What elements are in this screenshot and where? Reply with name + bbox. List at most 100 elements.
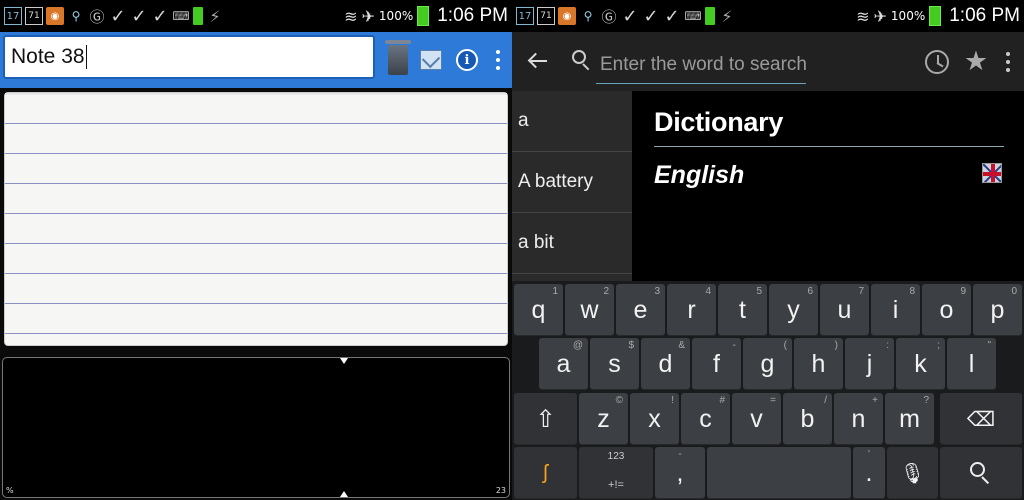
key-j[interactable]: :j (845, 338, 894, 390)
key-label: n (851, 404, 866, 433)
key-k[interactable]: ; k (896, 338, 945, 390)
key-m[interactable]: ? m (885, 393, 934, 445)
badge-icon: 71 (537, 7, 555, 25)
more-vert-icon (1006, 52, 1010, 72)
calendar-icon: 17 (516, 7, 534, 25)
search-status-icon: ⚲ (583, 9, 593, 23)
list-item[interactable]: a bit (512, 213, 632, 274)
airplane-icon: ✈ (361, 6, 375, 26)
search-icon (572, 50, 592, 72)
wifi-icon: ≋ (856, 6, 870, 26)
charging-icon: ⚡ (721, 6, 733, 26)
key-label: t (739, 295, 746, 324)
key-s[interactable]: $ s (590, 338, 639, 390)
mail-icon (420, 50, 442, 70)
delete-button[interactable] (381, 36, 415, 84)
key-r[interactable]: 4r (667, 284, 716, 336)
overflow-menu-button[interactable] (484, 36, 512, 84)
check-icon: ✓ (131, 5, 147, 27)
shift-key[interactable]: ⇧ (514, 393, 577, 445)
key-h[interactable]: ) h (794, 338, 843, 390)
backspace-key[interactable]: ⌫ (940, 393, 1022, 445)
list-item[interactable]: A battery (512, 152, 632, 213)
key-hint: = (770, 395, 776, 406)
note-title-input[interactable]: Note 38 (3, 35, 375, 79)
key-e[interactable]: 3e (616, 284, 665, 336)
dictionary-toolbar: ★ (512, 32, 1024, 91)
trash-icon (385, 40, 411, 75)
key-u[interactable]: 7u (820, 284, 869, 336)
info-button[interactable]: i (450, 36, 484, 84)
key-o[interactable]: 9o (922, 284, 971, 336)
key-c[interactable]: # c (681, 393, 730, 445)
key-hint: & (678, 340, 685, 351)
favorites-button[interactable]: ★ (960, 44, 992, 78)
overflow-menu-button[interactable] (998, 46, 1018, 78)
key-a[interactable]: @ a (539, 338, 588, 390)
swype-key[interactable]: ʃ (514, 447, 577, 499)
search-input[interactable] (596, 46, 806, 84)
key-hint: # (719, 395, 725, 406)
note-body-editor[interactable] (4, 92, 508, 346)
share-button[interactable] (414, 36, 448, 84)
key-hint: ( (783, 340, 787, 351)
key-f[interactable]: -f (692, 338, 741, 390)
battery-icon (929, 6, 942, 26)
shift-icon: ⇧ (535, 405, 556, 433)
key-label: c (699, 404, 712, 433)
key-y[interactable]: 6y (769, 284, 818, 336)
note-toolbar: Note 38 i (0, 32, 512, 88)
pad-corner-right[interactable]: 23 (496, 486, 506, 495)
resize-handle-bottom-icon[interactable] (340, 491, 348, 497)
key-label: x (648, 404, 661, 433)
key-g[interactable]: (g (743, 338, 792, 390)
badge-icon: 71 (25, 7, 43, 25)
key-label: h (811, 349, 826, 378)
space-key[interactable] (707, 447, 851, 499)
key-w[interactable]: 2w (565, 284, 614, 336)
key-label: f (713, 349, 720, 378)
symbols-key[interactable]: 123 +!= (579, 447, 653, 499)
language-item[interactable]: English (654, 161, 744, 190)
key-label: a (556, 349, 571, 378)
keyboard-status-icon: ⌨ (684, 9, 702, 23)
key-d[interactable]: & d (641, 338, 690, 390)
voice-key[interactable]: 🎙 (887, 447, 938, 499)
key-hint: / (824, 395, 827, 406)
microphone-icon: 🎙 (899, 462, 926, 485)
key-hint: © (615, 395, 623, 406)
handwriting-pad[interactable]: % 23 (2, 357, 510, 498)
battery-percent: 100% (890, 9, 926, 23)
symbols-key-bottom: +!= (608, 479, 624, 491)
comma-key[interactable]: - , (655, 447, 705, 499)
history-button[interactable] (922, 46, 952, 78)
key-l[interactable]: " l (947, 338, 996, 390)
key-b[interactable]: / b (783, 393, 832, 445)
key-n[interactable]: + n (834, 393, 883, 445)
key-label: w (580, 295, 599, 324)
resize-handle-top-icon[interactable] (340, 358, 348, 364)
back-button[interactable] (524, 46, 550, 76)
key-i[interactable]: 8i (871, 284, 920, 336)
wifi-icon: ≋ (344, 6, 358, 26)
list-item[interactable]: a (512, 91, 632, 152)
key-t[interactable]: 5t (718, 284, 767, 336)
key-p[interactable]: 0p (973, 284, 1022, 336)
key-q[interactable]: 1q (514, 284, 563, 336)
check-icon: ✓ (622, 5, 638, 27)
check-icon: ✓ (152, 5, 168, 27)
key-hint: 7 (858, 286, 864, 297)
key-hint: 0 (1011, 286, 1017, 297)
more-vert-icon (496, 50, 500, 70)
key-x[interactable]: ! x (630, 393, 679, 445)
search-key[interactable] (940, 447, 1022, 499)
note-title-text: Note 38 (11, 45, 85, 68)
key-label: r (687, 295, 696, 324)
key-v[interactable]: = v (732, 393, 781, 445)
key-label: o (939, 295, 954, 324)
pad-corner-left[interactable]: % (6, 486, 14, 495)
period-key[interactable]: ' . (853, 447, 885, 499)
key-hint: - (732, 340, 736, 351)
key-z[interactable]: © z (579, 393, 628, 445)
symbols-key-top: 123 (607, 451, 625, 462)
